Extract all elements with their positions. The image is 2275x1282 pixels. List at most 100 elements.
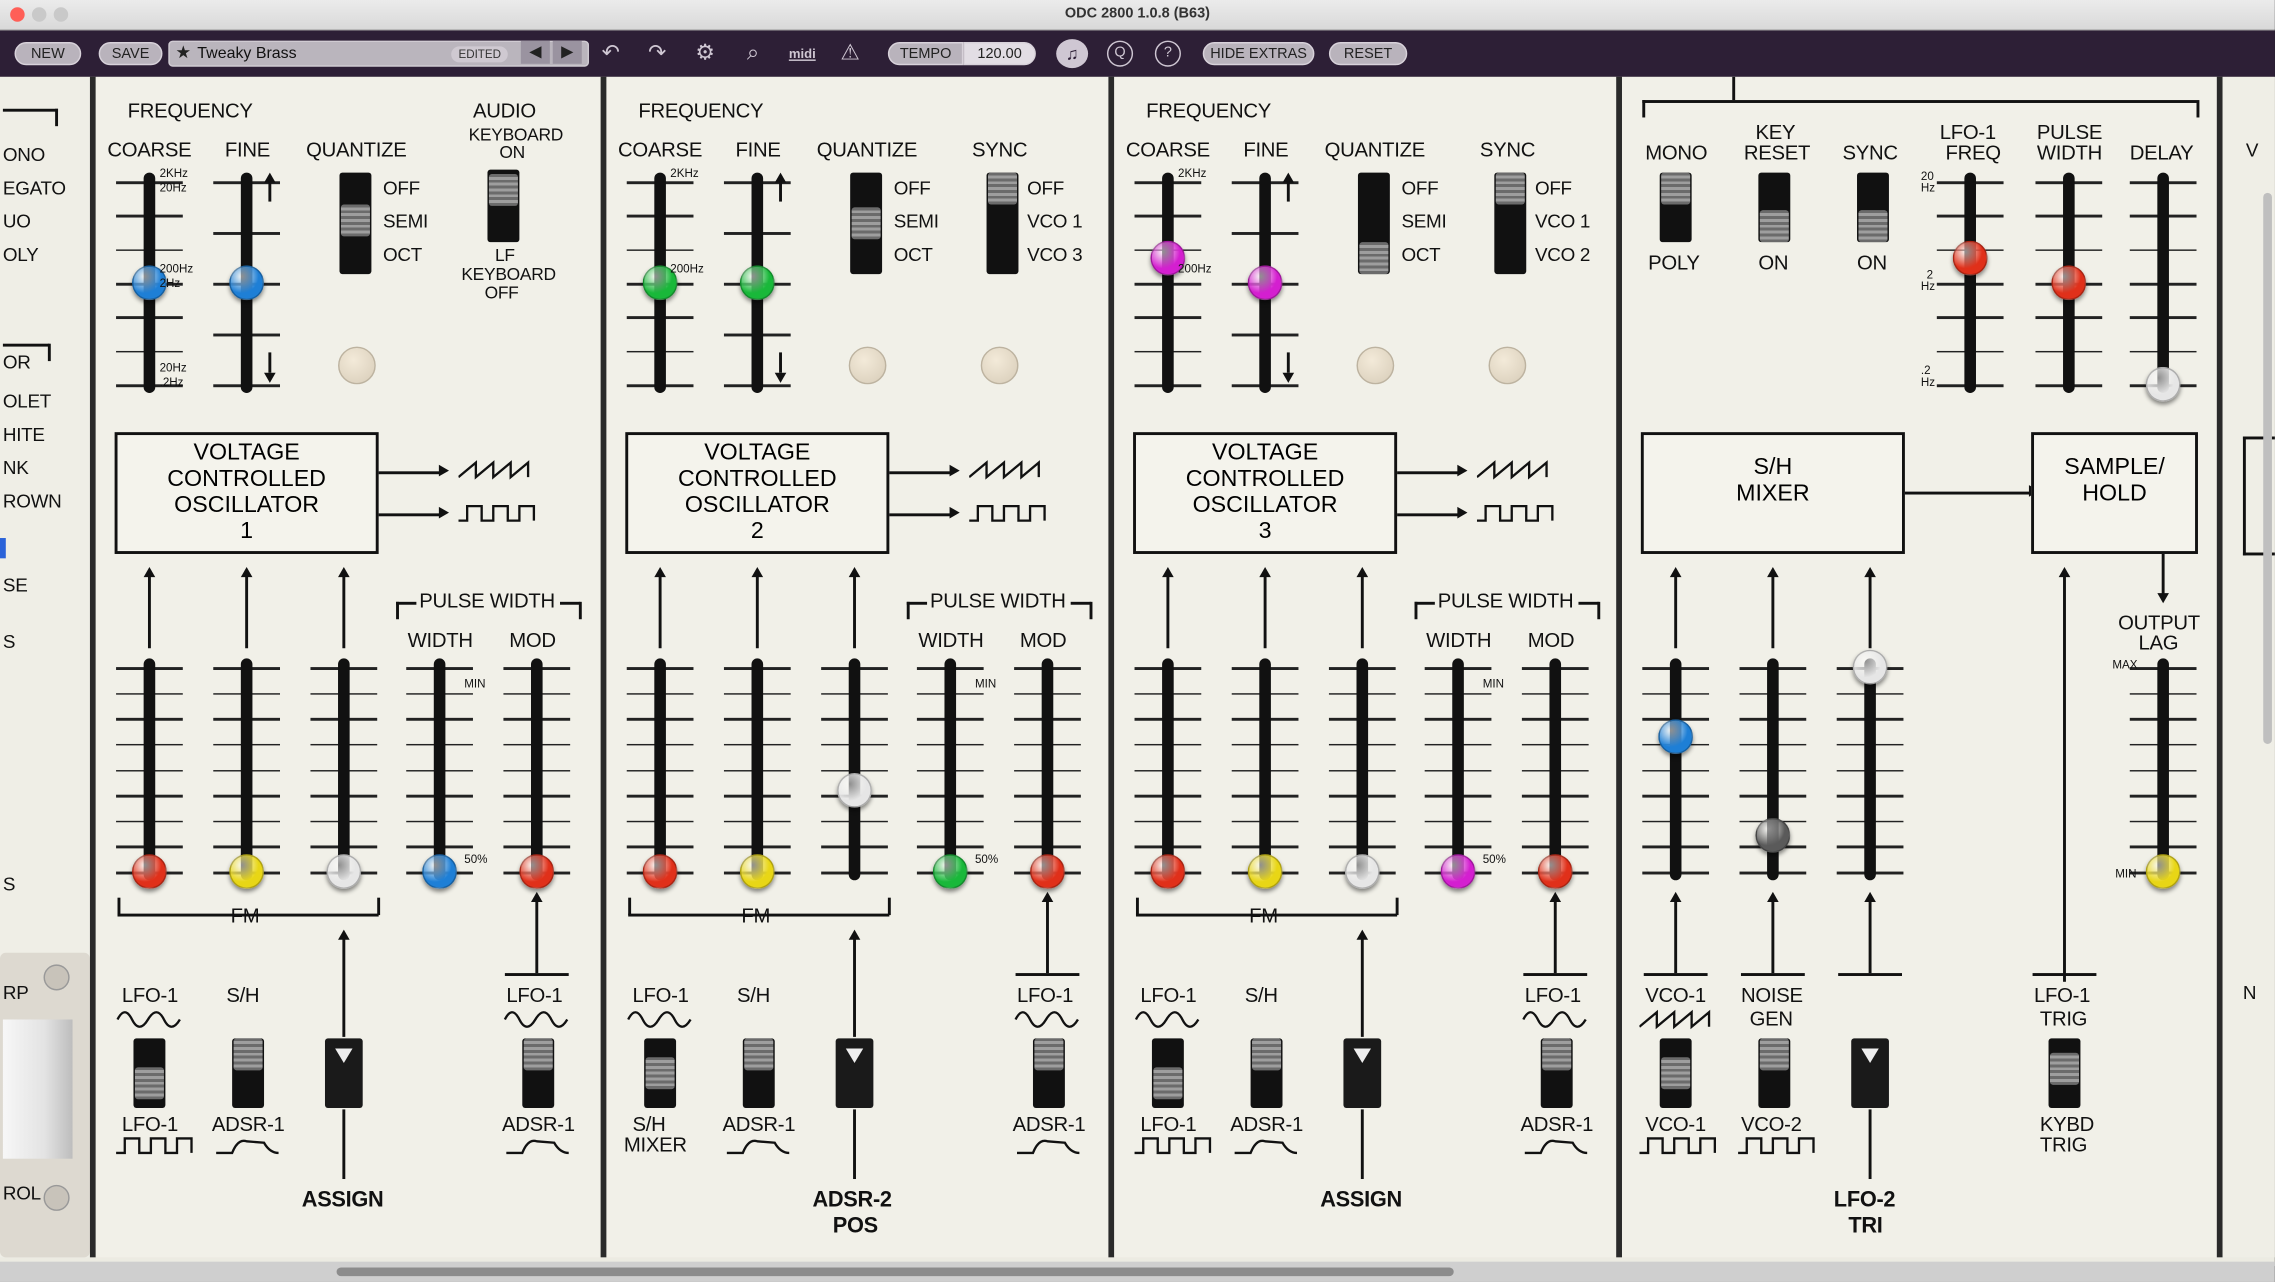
pulse-width-slider-knob[interactable]	[1440, 854, 1476, 889]
fm-slider-2-track[interactable]	[751, 658, 764, 881]
fm-slider-1-track[interactable]	[654, 658, 666, 881]
sh-source2-switch[interactable]	[1758, 1038, 1791, 1108]
fm-slider-3-track[interactable]	[1356, 658, 1369, 881]
fm1-source-switch-lever[interactable]	[1153, 1066, 1183, 1099]
lfo-sync-switch[interactable]	[1857, 172, 1889, 243]
fine-slider-knob[interactable]	[739, 265, 775, 301]
fm1-source-switch-lever[interactable]	[134, 1066, 164, 1099]
sh-noise-slider-knob[interactable]	[1755, 817, 1791, 853]
zoom-icon[interactable]: ⌕	[737, 39, 769, 68]
quantize-switch-lever[interactable]	[340, 203, 370, 236]
gear-icon[interactable]: ⚙	[689, 39, 721, 68]
lfo-pulse-width-slider-knob[interactable]	[2051, 265, 2087, 301]
fm2-source-switch[interactable]	[232, 1038, 265, 1108]
fm1-source-switch-lever[interactable]	[645, 1057, 675, 1090]
fm1-source-switch[interactable]	[1151, 1038, 1184, 1108]
pw-mod-slider-track[interactable]	[1549, 658, 1562, 881]
pw-mod-source-switch-lever[interactable]	[523, 1038, 553, 1071]
pw-mod-slider-knob[interactable]	[1030, 854, 1065, 889]
fm-slider-3-track[interactable]	[848, 658, 861, 881]
preset-selector[interactable]: ★ Tweaky Brass EDITED ◀ ▶	[168, 40, 590, 67]
pw-mod-slider-knob[interactable]	[1537, 854, 1573, 889]
pw-mod-slider-knob[interactable]	[519, 854, 555, 889]
sync-switch-lever[interactable]	[1495, 172, 1525, 205]
fm-slider-2-knob[interactable]	[1247, 854, 1283, 889]
pw-mod-slider-track[interactable]	[530, 658, 543, 881]
sh-trigger-switch-lever[interactable]	[2049, 1053, 2079, 1086]
fm-slider-1-knob[interactable]	[642, 854, 678, 889]
arp-add-icon[interactable]	[43, 964, 70, 991]
quantize-switch-lever[interactable]	[851, 207, 881, 240]
undo-icon[interactable]: ↶	[595, 39, 627, 68]
fm-slider-1-knob[interactable]	[1150, 854, 1186, 889]
pw-mod-source-switch[interactable]	[522, 1038, 555, 1108]
sync-switch[interactable]	[986, 172, 1019, 275]
lfo-sync-switch-lever[interactable]	[1858, 210, 1888, 243]
fm-slider-2-track[interactable]	[1259, 658, 1271, 881]
quantize-switch-lever[interactable]	[1359, 242, 1389, 275]
assign-button[interactable]	[324, 1038, 363, 1108]
reset-button[interactable]: RESET	[1328, 42, 1408, 66]
save-button[interactable]: SAVE	[98, 42, 163, 66]
quantize-switch[interactable]	[1357, 172, 1390, 275]
lfo1-freq-slider-track[interactable]	[1964, 172, 1976, 394]
fm2-source-switch-lever[interactable]	[233, 1038, 263, 1071]
horizontal-scrollbar[interactable]	[336, 1267, 1454, 1277]
sh-vco1-slider-track[interactable]	[1669, 658, 1682, 881]
pulse-width-slider-track[interactable]	[1452, 658, 1464, 881]
pulse-width-slider-track[interactable]	[944, 658, 957, 881]
adsr2-pos-button[interactable]	[835, 1038, 874, 1108]
star-icon[interactable]: ★	[176, 42, 192, 62]
audio-keyboard-switch-lever[interactable]	[488, 173, 518, 206]
pw-mod-source-switch[interactable]	[1540, 1038, 1573, 1108]
pw-mod-slider-track[interactable]	[1041, 658, 1054, 881]
sh-lfo2-slider-knob[interactable]	[1852, 649, 1888, 685]
quantize-switch[interactable]	[850, 172, 883, 275]
mono-poly-switch-lever[interactable]	[1661, 172, 1691, 205]
sync-switch-lever[interactable]	[987, 172, 1018, 205]
panel-scrollbar[interactable]	[2263, 192, 2272, 744]
pw-mod-source-switch-lever[interactable]	[1034, 1038, 1064, 1071]
pw-mod-source-switch[interactable]	[1032, 1038, 1065, 1108]
fine-slider-knob[interactable]	[1247, 265, 1283, 301]
fm-slider-2-knob[interactable]	[739, 854, 775, 889]
fm-slider-3-knob[interactable]	[837, 772, 872, 808]
output-lag-slider-track[interactable]	[2157, 658, 2169, 881]
pulse-width-slider-track[interactable]	[433, 658, 446, 881]
hide-extras-button[interactable]: HIDE EXTRAS	[1202, 42, 1315, 66]
lfo1-freq-slider-knob[interactable]	[1952, 241, 1988, 276]
midi-icon[interactable]: midi	[783, 39, 821, 68]
sh-lfo2-slider-track[interactable]	[1864, 658, 1876, 881]
fm-slider-1-track[interactable]	[143, 658, 156, 881]
lfo2-tri-button[interactable]	[1851, 1038, 1889, 1108]
fm1-source-switch[interactable]	[133, 1038, 166, 1108]
sh-source1-switch-lever[interactable]	[1661, 1057, 1691, 1090]
key-reset-switch-lever[interactable]	[1759, 210, 1789, 243]
coarse-slider-track[interactable]	[1162, 172, 1174, 394]
fine-slider-knob[interactable]	[229, 265, 265, 301]
quantize-q-button[interactable]: Q	[1106, 40, 1134, 67]
fm-slider-3-knob[interactable]	[1344, 854, 1380, 889]
fm-slider-2-track[interactable]	[240, 658, 253, 881]
pw-mod-source-switch-lever[interactable]	[1542, 1038, 1572, 1071]
fm-slider-3-track[interactable]	[338, 658, 350, 881]
fm2-source-switch-lever[interactable]	[744, 1038, 774, 1071]
audio-keyboard-switch[interactable]	[487, 169, 520, 243]
pulse-width-slider-knob[interactable]	[422, 854, 458, 889]
quantize-switch[interactable]	[339, 172, 372, 275]
key-reset-switch[interactable]	[1758, 172, 1791, 243]
pulse-width-slider-knob[interactable]	[932, 854, 968, 889]
tempo-field[interactable]: 120.00	[963, 42, 1036, 66]
lfo-delay-slider-knob[interactable]	[2145, 366, 2181, 402]
help-button[interactable]: ?	[1154, 40, 1181, 67]
sh-trigger-switch[interactable]	[2048, 1038, 2081, 1108]
arp-pad[interactable]	[2, 1019, 73, 1159]
output-lag-slider-knob[interactable]	[2145, 854, 2181, 889]
warning-icon[interactable]: ⚠	[834, 39, 866, 68]
sync-switch[interactable]	[1494, 172, 1527, 275]
fm-slider-1-knob[interactable]	[132, 854, 167, 889]
mono-poly-switch[interactable]	[1659, 172, 1692, 243]
next-preset-icon[interactable]: ▶	[552, 40, 582, 64]
fm-slider-2-knob[interactable]	[229, 854, 265, 889]
sh-vco1-slider-knob[interactable]	[1658, 719, 1694, 755]
